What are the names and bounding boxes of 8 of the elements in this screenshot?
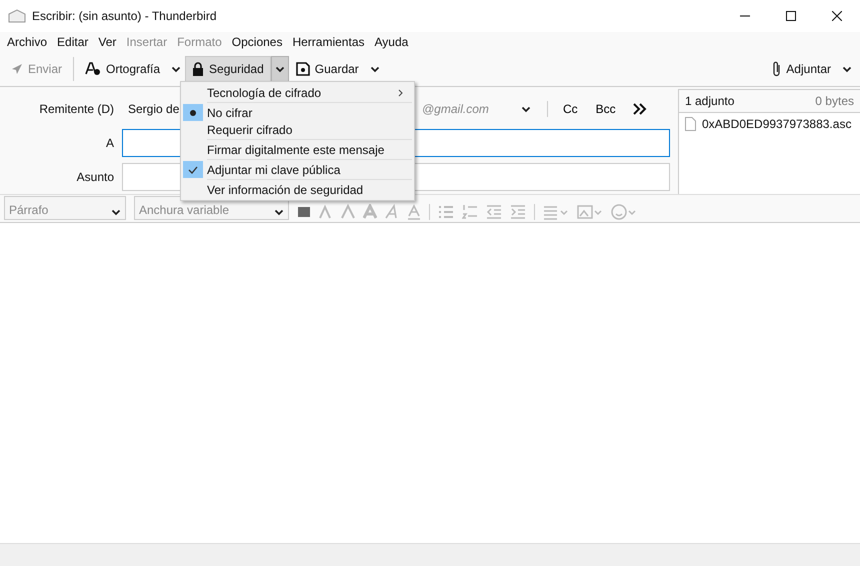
attachment-count: 1 adjunto: [685, 94, 734, 108]
window-title: Escribir: (sin asunto) - Thunderbird: [32, 9, 218, 23]
field-label: Asunto: [76, 170, 115, 184]
sender-email: @gmail.com: [422, 102, 490, 116]
sender-name: Sergio de: [128, 102, 180, 116]
field-label: Remitente (D): [38, 102, 115, 116]
attachment-size: 0 bytes: [815, 94, 854, 108]
field-label: A: [104, 136, 115, 150]
